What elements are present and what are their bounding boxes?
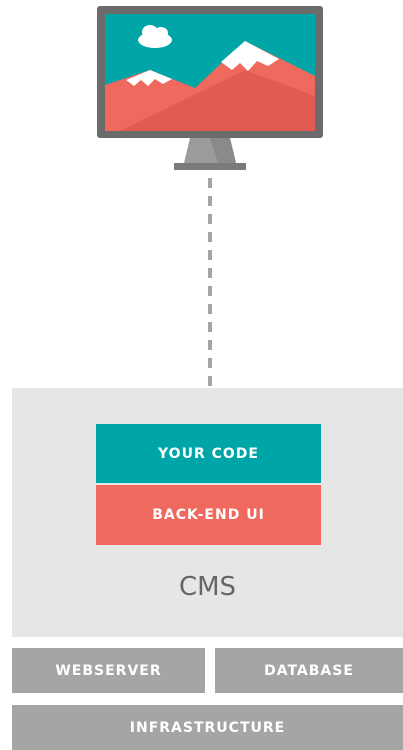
infrastructure-label: INFRASTRUCTURE <box>129 719 286 736</box>
monitor-illustration <box>97 6 323 170</box>
monitor-stand-base <box>174 163 246 170</box>
your-code-label: YOUR CODE <box>158 445 259 462</box>
webserver-block: WEBSERVER <box>12 648 205 693</box>
database-label: DATABASE <box>264 662 354 679</box>
database-block: DATABASE <box>215 648 403 693</box>
back-end-ui-label: BACK-END UI <box>152 507 265 523</box>
dashed-connector <box>208 178 212 390</box>
your-code-block: YOUR CODE <box>96 424 321 483</box>
cms-label: CMS <box>178 572 237 602</box>
back-end-ui-block: BACK-END UI <box>96 485 321 545</box>
infrastructure-block: INFRASTRUCTURE <box>12 705 403 750</box>
webserver-label: WEBSERVER <box>55 662 162 679</box>
